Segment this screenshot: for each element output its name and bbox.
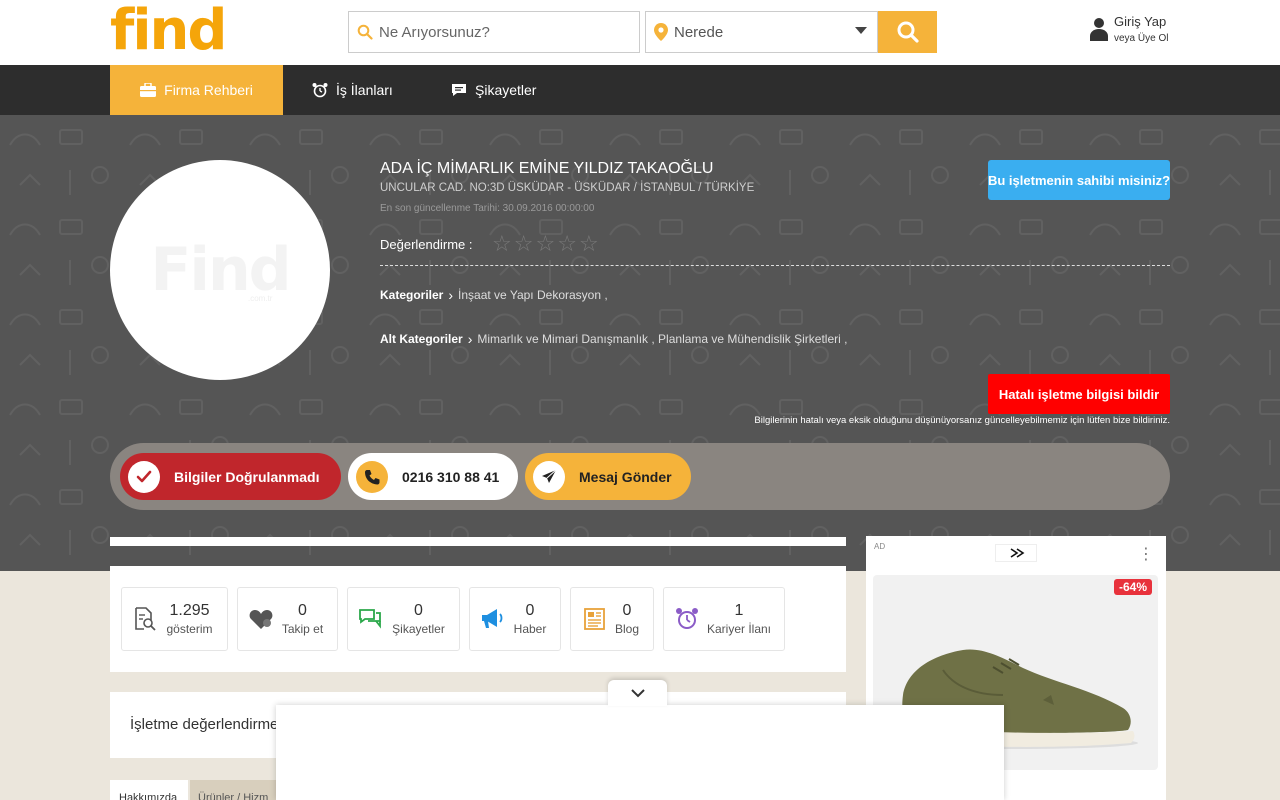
- tab-products[interactable]: Ürünler / Hizm: [190, 780, 280, 800]
- stat-value: 1.295: [169, 602, 210, 619]
- stat-news[interactable]: 0 Haber: [469, 587, 561, 651]
- discount-badge: -64%: [1113, 579, 1152, 595]
- rating-label: Değerlendirme :: [380, 237, 473, 252]
- subcategories-label: Alt Kategoriler: [380, 332, 463, 346]
- stat-complaints[interactable]: 0 Şikayetler: [347, 587, 460, 651]
- subcategories-link[interactable]: Mimarlık ve Mimari Danışmanlık , Planlam…: [477, 332, 847, 346]
- send-message-button[interactable]: Mesaj Gönder: [525, 453, 691, 500]
- ad-tag: AD: [874, 542, 886, 551]
- verification-status-button[interactable]: Bilgiler Doğrulanmadı: [120, 453, 341, 500]
- search-icon: [897, 21, 919, 43]
- content-divider: [110, 537, 846, 546]
- chevron-right-icon: ›: [448, 287, 454, 303]
- nav-item-is-ilanlari[interactable]: İş İlanları: [312, 65, 393, 115]
- nav-item-sikayetler[interactable]: Şikayetler: [451, 65, 536, 115]
- location-value: Nerede: [674, 23, 724, 41]
- chevron-down-icon: [630, 688, 645, 697]
- rating-card-title: İşletme değerlendirme: [130, 716, 279, 733]
- stat-label: Kariyer İlanı: [706, 622, 772, 636]
- phone-button[interactable]: 0216 310 88 41: [348, 453, 518, 500]
- search-input[interactable]: [379, 23, 619, 41]
- stat-follow[interactable]: 0 Takip et: [237, 587, 338, 651]
- chevron-down-icon: [855, 27, 867, 34]
- action-bar: Bilgiler Doğrulanmadı 0216 310 88 41 Mes…: [110, 443, 1170, 510]
- subcategories-row: Alt Kategoriler › Mimarlık ve Mimari Dan…: [380, 331, 847, 347]
- categories-link[interactable]: İnşaat ve Yapı Dekorasyon ,: [458, 288, 608, 302]
- chat-bubbles-icon: [358, 606, 384, 632]
- categories-row: Kategoriler › İnşaat ve Yapı Dekorasyon …: [380, 287, 608, 303]
- stat-value: 1: [734, 602, 744, 619]
- rating-row: Değerlendirme : ☆ ☆ ☆ ☆ ☆: [380, 233, 1170, 266]
- send-message-label: Mesaj Gönder: [579, 468, 672, 485]
- rating-stars[interactable]: ☆ ☆ ☆ ☆ ☆: [492, 233, 601, 255]
- brand-logo: [995, 544, 1037, 562]
- search-icon: [357, 24, 373, 40]
- star-icon[interactable]: ☆: [535, 233, 555, 255]
- business-name: ADA İÇ MİMARLIK EMİNE YILDIZ TAKAOĞLU: [380, 160, 714, 177]
- paper-plane-icon: [533, 460, 565, 493]
- stat-value: 0: [525, 602, 535, 619]
- stat-label: gösterim: [166, 622, 213, 636]
- star-icon[interactable]: ☆: [514, 233, 534, 255]
- main-nav: Firma Rehberi İş İlanları Şikayetler: [0, 65, 1280, 115]
- search-field[interactable]: [348, 11, 640, 53]
- speech-bubble-icon: [452, 84, 466, 96]
- nav-label: Şikayetler: [475, 82, 537, 98]
- avatar-logo-sub: .com.tr: [248, 294, 273, 303]
- nav-label: Firma Rehberi: [164, 82, 253, 98]
- phone-number: 0216 310 88 41: [402, 468, 500, 485]
- stat-views[interactable]: 1.295 gösterim: [121, 587, 228, 651]
- map-pin-icon: [654, 23, 668, 41]
- phone-icon: [356, 460, 388, 493]
- newspaper-icon: [581, 606, 607, 632]
- claim-business-button[interactable]: Bu işletmenin sahibi misiniz?: [988, 160, 1170, 200]
- business-avatar: Find .com.tr: [110, 160, 330, 380]
- login-label[interactable]: Giriş Yap: [1114, 14, 1168, 29]
- briefcase-icon: [140, 83, 157, 97]
- more-options-icon[interactable]: ⋮: [1138, 544, 1154, 564]
- chevron-right-icon: ›: [467, 331, 473, 347]
- stat-career[interactable]: 1 Kariyer İlanı: [663, 587, 785, 651]
- star-icon[interactable]: ☆: [557, 233, 577, 255]
- stat-label: Blog: [614, 622, 640, 636]
- stat-blog[interactable]: 0 Blog: [570, 587, 654, 651]
- alarm-clock-icon: [674, 606, 700, 632]
- register-label[interactable]: veya Üye Ol: [1114, 33, 1168, 44]
- star-icon[interactable]: ☆: [492, 233, 512, 255]
- search-button[interactable]: [878, 11, 937, 53]
- business-address: UNCULAR CAD. NO:3D ÜSKÜDAR - ÜSKÜDAR / İ…: [380, 182, 755, 194]
- heart-icon: [248, 606, 274, 632]
- report-error-button[interactable]: Hatalı işletme bilgisi bildir: [988, 374, 1170, 414]
- business-hero: Find .com.tr ADA İÇ MİMARLIK EMİNE YILDI…: [0, 115, 1280, 571]
- stats-card: 1.295 gösterim 0 Takip et 0 Şikayetler 0…: [110, 566, 846, 672]
- stat-label: Şikayetler: [392, 622, 445, 636]
- search-document-icon: [132, 606, 158, 632]
- stat-value: 0: [622, 602, 632, 619]
- check-icon: [128, 460, 160, 493]
- alarm-clock-icon: [312, 83, 328, 98]
- report-note: Bilgilerinin hatalı veya eksik olduğunu …: [754, 415, 1170, 426]
- tab-about[interactable]: Hakkımızda: [110, 780, 188, 800]
- nav-item-firma-rehberi[interactable]: Firma Rehberi: [110, 65, 283, 115]
- user-icon: [1090, 18, 1108, 41]
- stat-label: Haber: [513, 622, 547, 636]
- collapse-toggle[interactable]: [608, 680, 667, 706]
- site-logo[interactable]: find: [110, 0, 228, 62]
- location-select[interactable]: Nerede: [645, 11, 878, 53]
- categories-label: Kategoriler: [380, 288, 444, 302]
- stat-value: 0: [298, 602, 307, 619]
- login-link[interactable]: Giriş Yap veya Üye Ol: [1090, 14, 1168, 44]
- star-icon[interactable]: ☆: [579, 233, 599, 255]
- stat-value: 0: [414, 602, 423, 619]
- nav-label: İş İlanları: [336, 82, 393, 98]
- header: find Nerede Giriş Yap veya Üye Ol: [0, 0, 1280, 65]
- megaphone-icon: [480, 606, 506, 632]
- last-updated: En son güncellenme Tarihi: 30.09.2016 00…: [380, 203, 595, 214]
- verification-label: Bilgiler Doğrulanmadı: [174, 468, 320, 485]
- stat-label: Takip et: [281, 622, 324, 636]
- bottom-overlay-panel: [276, 705, 1004, 800]
